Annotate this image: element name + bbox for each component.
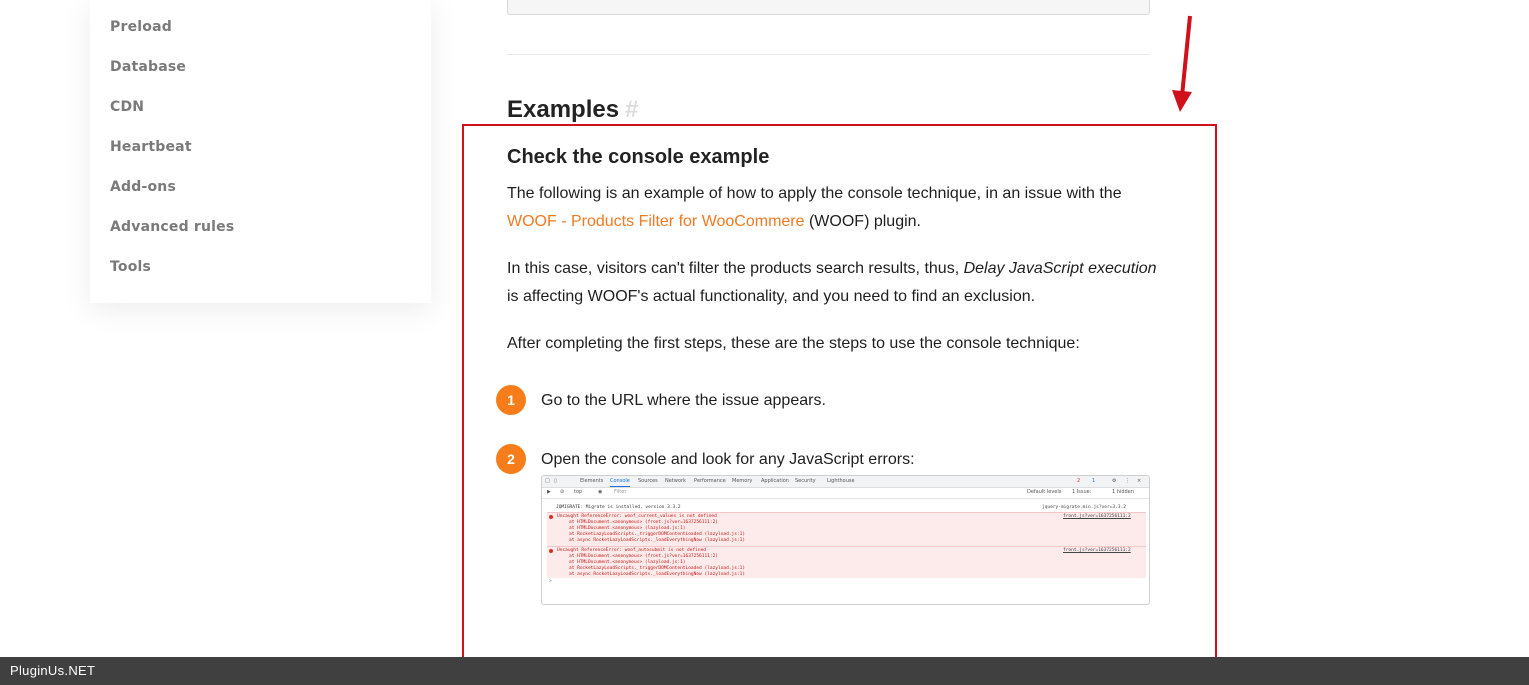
stack-line: at async RocketLazyLoadScripts._loadEver…	[569, 538, 746, 543]
sidebar-item-tools[interactable]: Tools	[110, 259, 151, 275]
paragraph-text: The following is an example of how to ap…	[507, 185, 1122, 202]
devtools-tab-active: Console	[610, 478, 630, 487]
section-divider	[507, 54, 1150, 55]
console-toolbar: ▶ ⊘ top ◉ Filter Default levels 1 Issue:…	[542, 488, 1149, 499]
error-source-link: front.js?ver=1637256111:2	[1063, 548, 1131, 553]
error-count-badge: 2	[1077, 478, 1081, 484]
anchor-link[interactable]: #	[625, 96, 638, 123]
red-arrow-annotation	[1172, 15, 1192, 112]
devtools-tab-bar: □ ▯ Elements Console Sources Network Per…	[542, 476, 1149, 488]
footer-label: PluginUs.NET	[10, 663, 96, 678]
console-error-block: Uncaught ReferenceError: woof_autosubmit…	[547, 546, 1146, 578]
error-icon	[549, 549, 553, 553]
console-info-line: JQMIGRATE: Migrate is installed, version…	[556, 505, 681, 510]
sidebar-item-add-ons[interactable]: Add-ons	[110, 179, 176, 195]
stack-line: at async RocketLazyLoadScripts._loadEver…	[569, 572, 746, 577]
paragraph-text: In this case, visitors can't filter the …	[507, 260, 964, 277]
filter-input: Filter	[614, 489, 627, 495]
sidebar-item-cdn[interactable]: CDN	[110, 99, 144, 115]
info-count-badge: 1	[1092, 478, 1096, 484]
stack-line: at HTMLDocument.<anonymous> (front.js?ve…	[569, 554, 719, 559]
console-error-block: Uncaught ReferenceError: woof_current_va…	[547, 512, 1146, 547]
console-prompt: >	[549, 579, 552, 584]
error-source-link: front.js?ver=1637256111:2	[1063, 514, 1131, 519]
stack-line: at RocketLazyLoadScripts._triggerDOMCont…	[569, 566, 746, 571]
devtools-tab: Network	[665, 478, 686, 484]
sidebar-item-preload[interactable]: Preload	[110, 19, 172, 35]
stack-line: at RocketLazyLoadScripts._triggerDOMCont…	[569, 532, 746, 537]
context-select: top	[574, 489, 583, 495]
code-block	[507, 0, 1150, 15]
sidebar-item-heartbeat[interactable]: Heartbeat	[110, 139, 192, 155]
clear-icon: ⊘	[560, 489, 565, 495]
woof-plugin-link[interactable]: WOOF - Products Filter for WooCommere	[507, 213, 805, 230]
devtools-tab: Application	[761, 478, 789, 484]
play-icon: ▶	[547, 489, 551, 495]
stack-line: at HTMLDocument.<anonymous> (lazyload.js…	[569, 560, 686, 565]
stack-line: at HTMLDocument.<anonymous> (front.js?ve…	[569, 520, 719, 525]
eye-icon: ◉	[598, 489, 603, 495]
step-text: Go to the URL where the issue appears.	[541, 392, 826, 409]
emphasis-text: Delay JavaScript execution	[963, 260, 1157, 277]
error-message: Uncaught ReferenceError: woof_autosubmit…	[557, 548, 707, 553]
levels-select: Default levels	[1027, 489, 1062, 495]
settings-icon: ⚙	[1112, 478, 1117, 484]
sidebar-item-advanced-rules[interactable]: Advanced rules	[110, 219, 234, 235]
close-icon: ×	[1137, 478, 1142, 484]
paragraph-intro: The following is an example of how to ap…	[507, 180, 1157, 236]
hidden-count: 1 hidden	[1112, 489, 1134, 495]
step-number-badge: 2	[496, 444, 526, 474]
more-icon: ⋮	[1125, 478, 1130, 484]
step-number-badge: 1	[496, 385, 526, 415]
error-message: Uncaught ReferenceError: woof_current_va…	[557, 514, 717, 519]
device-toolbar-icon: ▯	[554, 478, 557, 484]
devtools-console-screenshot: □ ▯ Elements Console Sources Network Per…	[541, 475, 1150, 605]
paragraph-text: is affecting WOOF's actual functionality…	[507, 288, 1036, 305]
devtools-tab: Security	[795, 478, 816, 484]
stack-line: at HTMLDocument.<anonymous> (lazyload.js…	[569, 526, 686, 531]
watermark-footer: PluginUs.NET	[0, 657, 1529, 685]
devtools-tab: Memory	[732, 478, 753, 484]
devtools-tab: Sources	[638, 478, 658, 484]
issues-count: 1 Issue:	[1072, 489, 1092, 495]
sidebar-item-database[interactable]: Database	[110, 59, 186, 75]
section-heading: Examples #	[507, 96, 638, 124]
paragraph-case: In this case, visitors can't filter the …	[507, 255, 1157, 311]
devtools-tab: Lighthouse	[827, 478, 855, 484]
subsection-title: Check the console example	[507, 146, 770, 168]
docs-sidebar: Preload Database CDN Heartbeat Add-ons A…	[90, 0, 431, 303]
console-source: jquery-migrate.min.js?ver=3.3.2	[1042, 505, 1126, 510]
paragraph-text: (WOOF) plugin.	[804, 213, 921, 230]
step-text: Open the console and look for any JavaSc…	[541, 451, 915, 468]
inspect-icon: □	[545, 478, 550, 484]
paragraph-steps-intro: After completing the first steps, these …	[507, 335, 1080, 352]
devtools-tab: Performance	[694, 478, 726, 484]
devtools-tab: Elements	[580, 478, 604, 484]
section-title: Examples	[507, 96, 620, 123]
error-icon	[549, 515, 553, 519]
